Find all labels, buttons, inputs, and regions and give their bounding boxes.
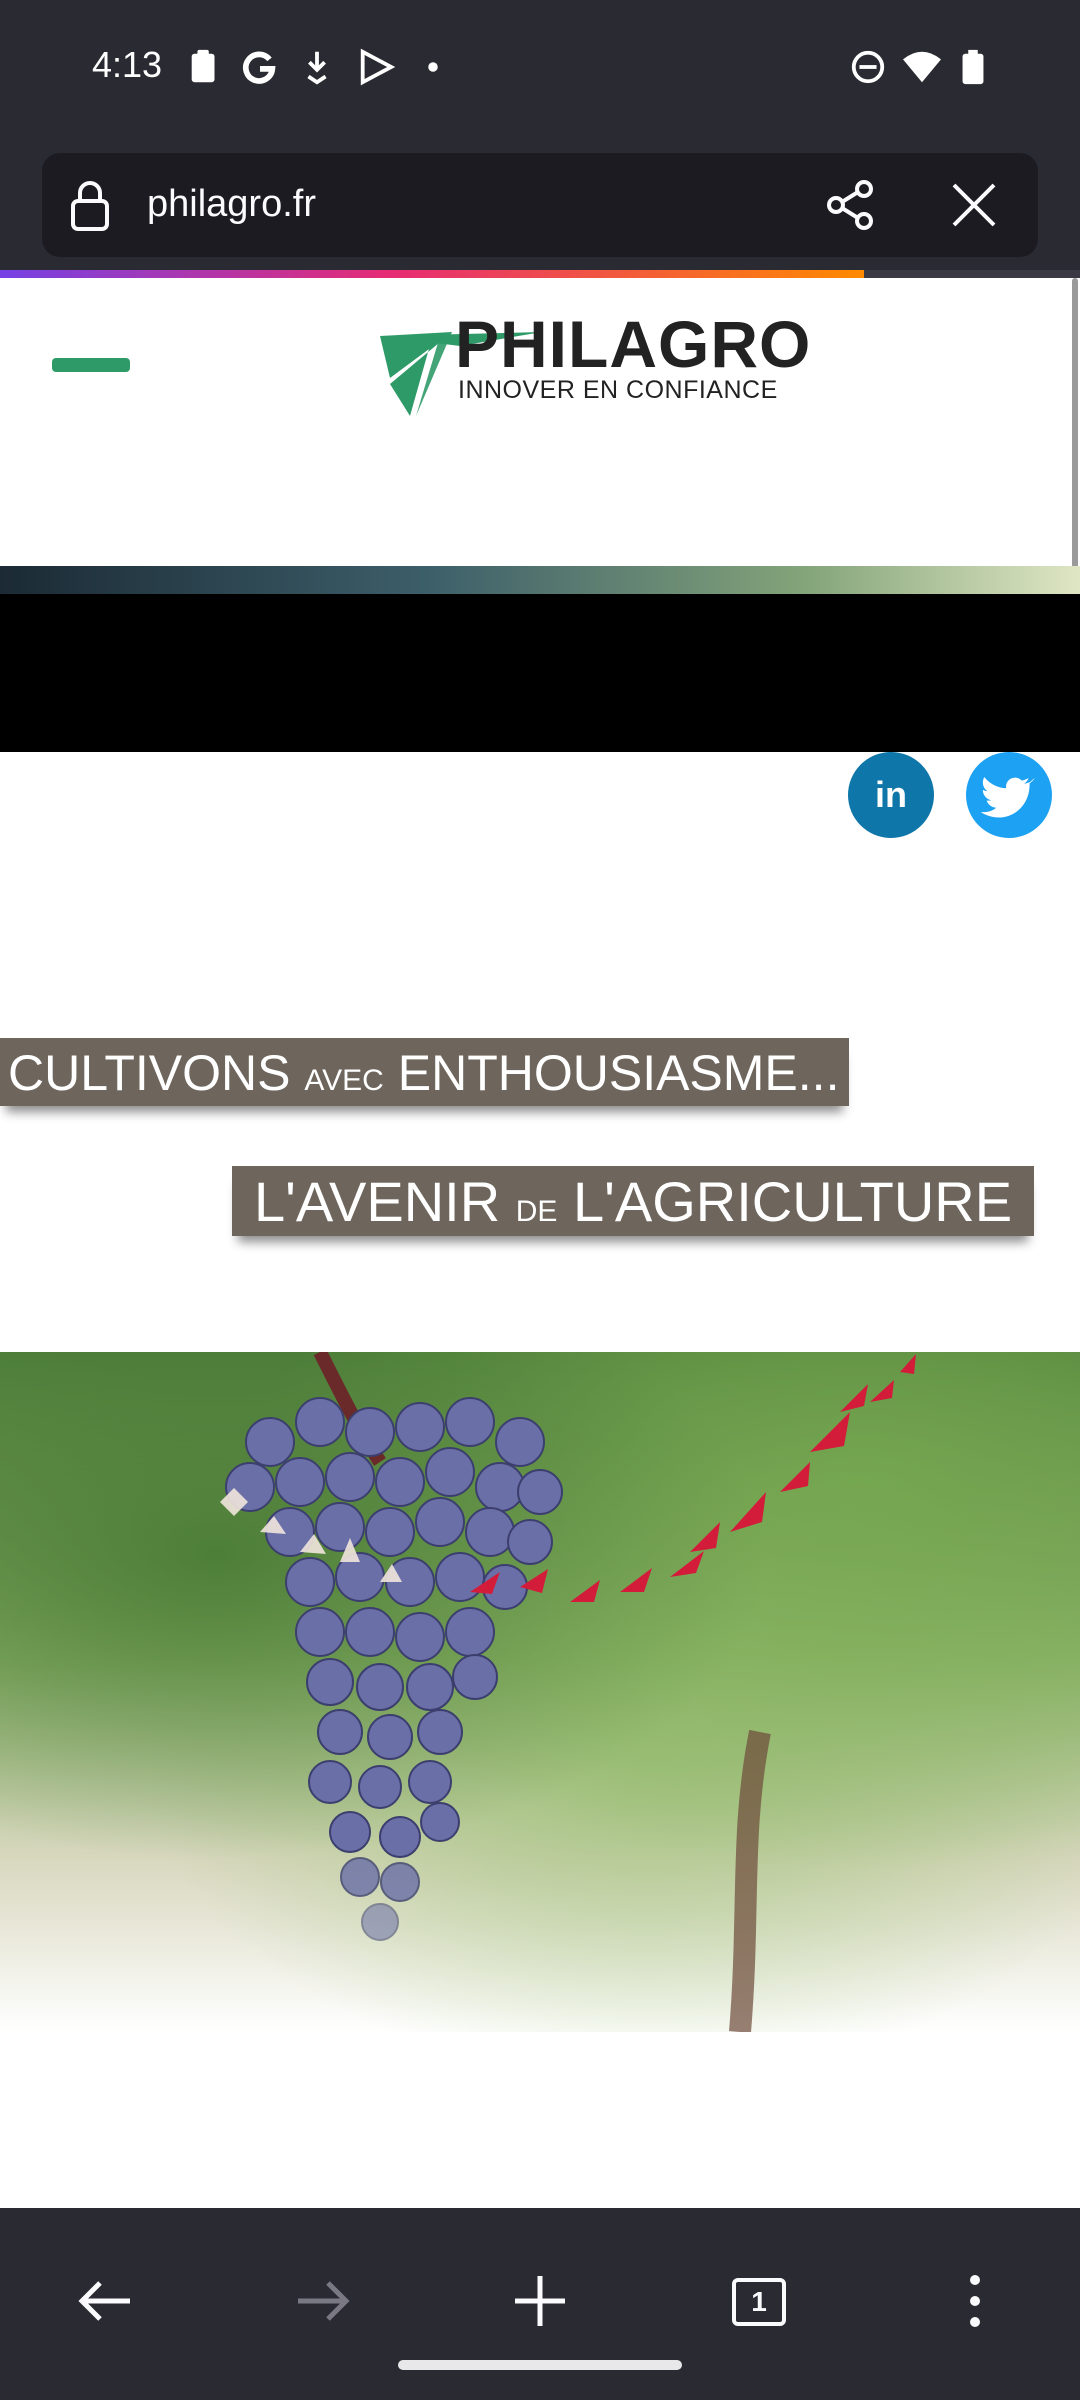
page-load-progress bbox=[0, 270, 864, 278]
slogan-banner-1: CULTIVONS AVEC ENTHOUSIASME... bbox=[0, 1038, 850, 1106]
status-bar: 4:13 bbox=[0, 0, 1080, 135]
twitter-button[interactable] bbox=[966, 752, 1052, 838]
google-g-icon bbox=[242, 51, 276, 84]
banner2-word2: L'AGRICULTURE bbox=[573, 1170, 1013, 1233]
tab-count: 1 bbox=[732, 2278, 786, 2326]
url-text[interactable]: philagro.fr bbox=[147, 183, 316, 226]
download-alert-icon bbox=[307, 51, 327, 85]
more-menu-icon[interactable] bbox=[930, 2256, 1020, 2346]
brand-name[interactable]: PHILAGRO bbox=[455, 306, 811, 382]
brand-tagline: INNOVER EN CONFIANCE bbox=[458, 376, 778, 404]
do-not-disturb-icon bbox=[851, 50, 885, 84]
clipboard-icon bbox=[191, 49, 215, 83]
banner1-small: AVEC bbox=[304, 1064, 384, 1097]
banner1-word1: CULTIVONS bbox=[8, 1045, 291, 1101]
grape-cluster-icon bbox=[220, 1352, 916, 2032]
battery-charging-icon bbox=[962, 49, 984, 85]
home-gesture-bar[interactable] bbox=[398, 2360, 682, 2370]
status-time: 4:13 bbox=[92, 44, 163, 85]
slogan-banner-2: L'AVENIR DE L'AGRICULTURE bbox=[232, 1166, 1035, 1236]
browser-bottom-bar: 1 bbox=[0, 2208, 1080, 2400]
page-load-progress-track bbox=[864, 270, 1080, 278]
web-page: PHILAGRO INNOVER EN CONFIANCE in CULTIVO… bbox=[0, 278, 1080, 2208]
browser-toolbar: philagro.fr bbox=[0, 135, 1080, 270]
wifi-icon bbox=[903, 51, 941, 83]
hero-image-strip bbox=[0, 566, 1080, 594]
banner2-word1: L'AVENIR bbox=[254, 1170, 501, 1233]
dot-icon bbox=[428, 62, 438, 72]
url-bar[interactable]: philagro.fr bbox=[42, 153, 1038, 257]
video-banner bbox=[0, 594, 1080, 752]
linkedin-icon: in bbox=[875, 774, 907, 815]
twitter-bird-icon bbox=[980, 777, 1035, 818]
back-icon[interactable] bbox=[60, 2256, 150, 2346]
banner2-small: DE bbox=[515, 1195, 558, 1228]
linkedin-button[interactable]: in bbox=[848, 752, 934, 838]
new-tab-icon[interactable] bbox=[495, 2256, 585, 2346]
menu-button[interactable] bbox=[52, 358, 130, 372]
banner1-word2: ENTHOUSIASME... bbox=[397, 1045, 840, 1101]
page-scrollbar[interactable] bbox=[1072, 278, 1078, 568]
close-icon[interactable] bbox=[948, 179, 1000, 231]
forward-icon[interactable] bbox=[278, 2256, 368, 2346]
tabs-button[interactable]: 1 bbox=[712, 2256, 802, 2346]
grapes-hero-image bbox=[0, 1352, 1080, 2032]
lock-icon[interactable] bbox=[68, 179, 112, 233]
share-icon[interactable] bbox=[822, 177, 878, 233]
play-store-icon bbox=[360, 48, 396, 86]
